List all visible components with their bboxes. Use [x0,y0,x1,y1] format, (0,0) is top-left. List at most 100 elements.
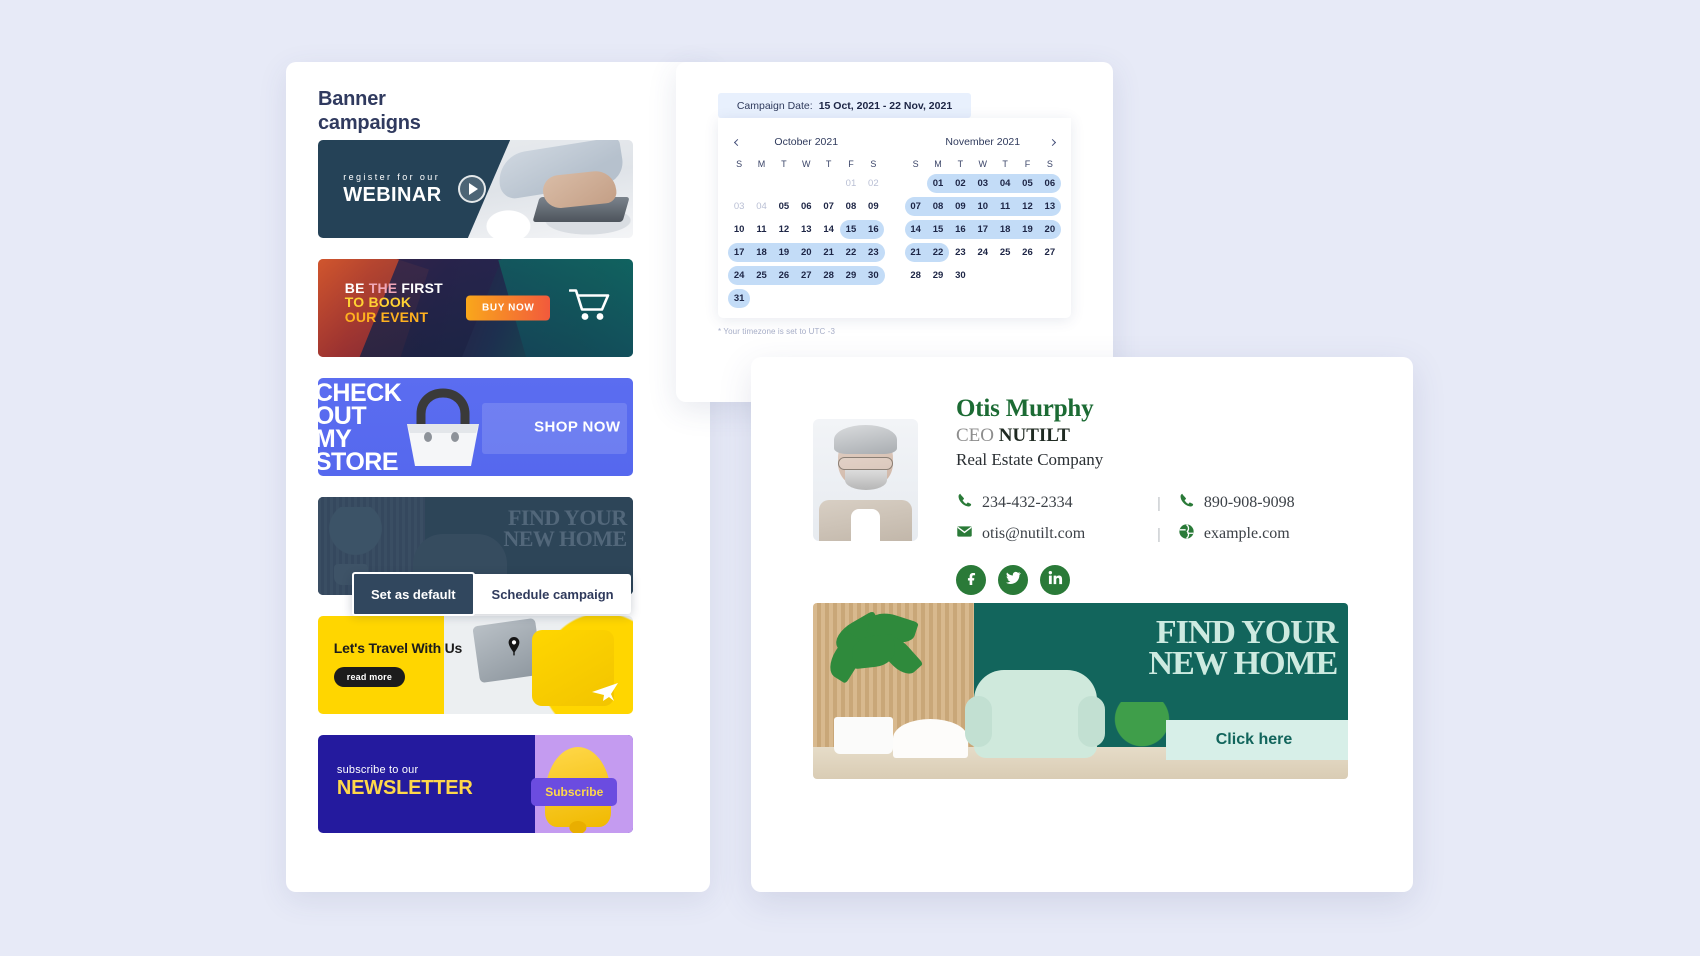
calendar-cell-empty [1016,264,1038,287]
calendar-day-cell[interactable]: 12 [773,218,795,241]
calendar-day-cell[interactable]: 08 [927,195,949,218]
calendar-day-cell[interactable]: 15 [927,218,949,241]
calendar-day-cell[interactable]: 22 [927,241,949,264]
calendar-day-cell[interactable]: 26 [1016,241,1038,264]
calendar-day-cell[interactable]: 02 [949,172,971,195]
calendar-day-cell[interactable]: 24 [728,264,750,287]
contact-website[interactable]: example.com [1178,523,1290,545]
calendar-day-cell[interactable]: 11 [994,195,1016,218]
contact-phone-primary[interactable]: 234-432-2334 [956,492,1140,514]
calendar-day-cell[interactable]: 19 [773,241,795,264]
calendar-day-cell[interactable]: 04 [994,172,1016,195]
calendar-day-cell[interactable]: 16 [949,218,971,241]
calendar-day-cell[interactable]: 31 [728,287,750,310]
calendar-day-cell[interactable]: 03 [728,195,750,218]
calendar-day-cell[interactable]: 27 [795,264,817,287]
calendar-day-cell[interactable]: 14 [905,218,927,241]
calendar-day-cell[interactable]: 15 [840,218,862,241]
calendar-day-cell[interactable]: 03 [972,172,994,195]
calendar-cell-empty [972,264,994,287]
calendar-day-cell[interactable]: 20 [795,241,817,264]
website-value: example.com [1203,525,1290,542]
banner-action-overlay: Set as default Schedule campaign [352,572,631,616]
calendar-day-cell[interactable]: 13 [1039,195,1061,218]
calendar-day-cell[interactable]: 05 [773,195,795,218]
calendar-day-cell[interactable]: 22 [840,241,862,264]
click-here-button[interactable]: Click here [1166,719,1348,760]
calendar-day-cell[interactable]: 06 [1039,172,1061,195]
shop-now-button[interactable]: SHOP NOW [534,419,620,436]
calendar-day-cell[interactable]: 24 [972,241,994,264]
calendar-day-cell[interactable]: 10 [728,218,750,241]
chevron-right-icon[interactable] [1045,134,1059,150]
banner-list: register for our WEBINAR BE THE FIRST TO… [318,140,633,854]
weekday-label: S [870,159,877,169]
calendar-day-cell[interactable]: 16 [862,218,884,241]
calendar-day-cell[interactable]: 06 [795,195,817,218]
calendar-day-cell[interactable]: 07 [905,195,927,218]
calendar-day-cell[interactable]: 21 [905,241,927,264]
banner-item-store[interactable]: CHECK OUT MY STORE SHOP NOW [318,378,633,476]
calendar-day-cell[interactable]: 01 [927,172,949,195]
calendar-week-row: 14 15 16 17 18 19 20 [904,218,1061,241]
calendar-day-cell[interactable]: 09 [949,195,971,218]
calendar-day-cell[interactable]: 04 [750,195,772,218]
calendar-day-cell[interactable]: 05 [1016,172,1038,195]
subscribe-button[interactable]: Subscribe [531,778,618,807]
calendar-cell-empty [905,172,927,195]
calendar-day-cell[interactable]: 28 [905,264,927,287]
calendar-day-cell[interactable]: 21 [817,241,839,264]
calendar-day-cell[interactable]: 11 [750,218,772,241]
calendar-day-cell[interactable]: 25 [750,264,772,287]
contact-email[interactable]: otis@nutilt.com [956,523,1140,545]
calendar-day-cell[interactable]: 30 [862,264,884,287]
calendar-week-row [905,287,1062,310]
calendar-months: October 2021 S M T W T F S 01 02 03 04 05 06 07 08 09 10 1… [718,118,1071,310]
calendar-day-cell[interactable]: 01 [840,172,862,195]
calendar-day-cell[interactable]: 09 [862,195,884,218]
calendar-day-cell[interactable]: 20 [1039,218,1061,241]
profile-role: CEO NUTILT [956,425,1376,447]
calendar-day-cell[interactable]: 25 [994,241,1016,264]
contact-phone-secondary[interactable]: 890-908-9098 [1178,492,1295,514]
calendar-day-cell[interactable]: 08 [840,195,862,218]
calendar-day-cell[interactable]: 17 [728,241,750,264]
calendar-day-cell[interactable]: 14 [817,218,839,241]
set-as-default-button[interactable]: Set as default [352,572,475,616]
webinar-title: WEBINAR [343,184,442,207]
calendar-day-cell[interactable]: 29 [840,264,862,287]
calendar-day-cell[interactable]: 28 [817,264,839,287]
calendar-day-cell[interactable]: 02 [862,172,884,195]
calendar-day-cell[interactable]: 29 [927,264,949,287]
banner-item-newsletter[interactable]: subscribe to our NEWSLETTER Subscribe [318,735,633,833]
banner-item-event[interactable]: BE THE FIRST TO BOOK OUR EVENT BUY NOW [318,259,633,357]
calendar-day-cell[interactable]: 26 [773,264,795,287]
calendar-day-cell[interactable]: 23 [862,241,884,264]
buy-now-button[interactable]: BUY NOW [466,295,551,321]
play-icon[interactable] [458,175,487,203]
calendar-day-cell[interactable]: 18 [750,241,772,264]
calendar-day-cell[interactable]: 13 [795,218,817,241]
social-facebook[interactable] [956,565,986,595]
calendar-day-cell[interactable]: 18 [994,218,1016,241]
chevron-left-icon[interactable] [730,134,744,150]
calendar-day-cell[interactable]: 07 [817,195,839,218]
signature-banner[interactable]: FIND YOUR NEW HOME Click here [813,603,1348,779]
banner-item-webinar[interactable]: register for our WEBINAR [318,140,633,238]
social-linkedin[interactable] [1040,565,1070,595]
schedule-campaign-button[interactable]: Schedule campaign [475,574,631,614]
calendar-day-cell[interactable]: 27 [1039,241,1061,264]
social-twitter[interactable] [998,565,1028,595]
calendar-month-october: October 2021 S M T W T F S 01 02 03 04 05 06 07 08 09 10 1… [718,118,895,310]
store-headline: CHECK OUT MY STORE [318,378,402,476]
read-more-button[interactable]: read more [333,666,406,687]
calendar-day-cell[interactable]: 19 [1016,218,1038,241]
calendar-day-cell[interactable]: 23 [949,241,971,264]
calendar-day-cell[interactable]: 10 [972,195,994,218]
profile-role-prefix: CEO [956,425,999,446]
calendar-day-cell[interactable]: 12 [1016,195,1038,218]
weekday-label: M [757,159,766,169]
banner-item-travel[interactable]: Let's Travel With Us read more [318,616,633,714]
calendar-day-cell[interactable]: 30 [949,264,971,287]
calendar-day-cell[interactable]: 17 [972,218,994,241]
